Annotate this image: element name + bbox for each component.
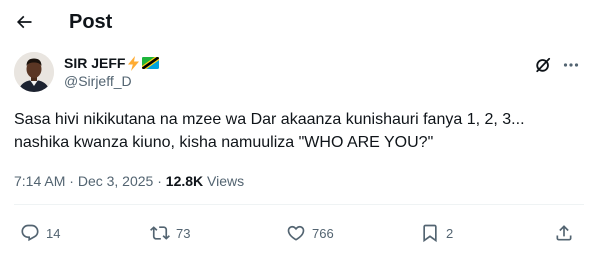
more-dots-icon [563,63,579,67]
bookmark-count: 2 [446,225,454,241]
grok-button[interactable] [532,54,554,76]
repost-button[interactable]: 73 [150,222,190,244]
bookmark-icon [423,224,437,243]
author-display-name[interactable]: SIR JEFF [64,54,125,72]
like-count: 766 [312,225,334,241]
share-icon [556,225,572,241]
more-options-button[interactable] [560,54,582,76]
reply-count: 14 [46,225,61,241]
back-button[interactable] [10,8,38,36]
tweet-meta: 7:14 AM · Dec 3, 2025 · 12.8K Views [14,172,244,190]
post-header: Post [0,0,595,46]
reply-button[interactable]: 14 [20,222,60,244]
tweet-text-line: nashika kwanza kiuno, kisha namuuliza "W… [14,134,434,151]
like-button[interactable]: 766 [286,222,334,244]
tweet-text: Sasa hivi nikikutana na mzee wa Dar akaa… [14,108,584,154]
back-arrow-icon [16,15,32,29]
views-label: Views [207,173,245,189]
author-name: SIR JEFF [64,54,160,72]
share-button[interactable] [554,222,574,244]
page-title: Post [69,11,113,33]
meta-separator: · [157,173,162,189]
heart-icon [287,225,305,241]
reply-icon [21,224,39,242]
repost-icon [150,226,170,240]
tanzania-flag-icon [142,57,160,69]
views-count: 12.8K [165,173,204,189]
grok-icon [536,57,551,73]
post-time[interactable]: 7:14 AM [14,173,65,189]
avatar-photo-icon [14,52,54,92]
repost-count: 73 [176,225,191,241]
divider [14,204,584,205]
post-page: Post SIR JEFF @Sirjeff_D Sasa hivi nikik… [0,0,595,262]
meta-separator: · [69,173,74,189]
author-handle[interactable]: @Sirjeff_D [64,72,132,90]
avatar[interactable] [14,52,54,92]
bookmark-button[interactable]: 2 [420,222,453,244]
lightning-bolt-icon [128,55,140,71]
post-date[interactable]: Dec 3, 2025 [78,173,154,189]
tweet-text-line: Sasa hivi nikikutana na mzee wa Dar akaa… [14,111,525,128]
